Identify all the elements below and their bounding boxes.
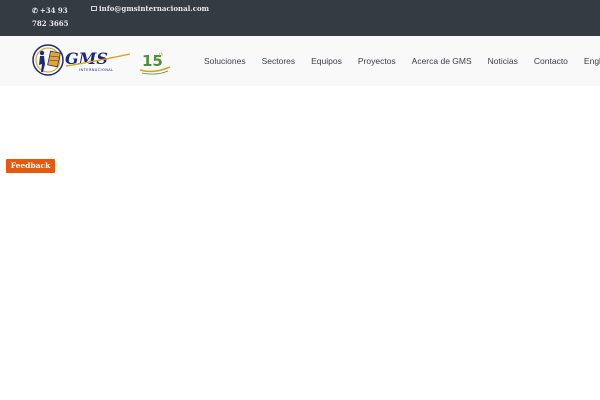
main-nav: Soluciones Sectores Equipos Proyectos Ac…	[204, 36, 600, 86]
nav-item-contacto[interactable]: Contacto	[534, 56, 568, 66]
nav-item-equipos[interactable]: Equipos	[311, 56, 342, 66]
nav-item-proyectos[interactable]: Proyectos	[358, 56, 396, 66]
phone-contact[interactable]: ✆ +34 93 782 3665	[32, 4, 84, 30]
email-contact[interactable]: info@gmsinternacional.com	[91, 4, 209, 14]
nav-item-acerca-de-gms[interactable]: Acerca de GMS	[412, 56, 472, 66]
email-address[interactable]: info@gmsinternacional.com	[99, 4, 209, 13]
gms-logo-graphic: GMS INTERNACIONAL 15 th	[32, 44, 171, 76]
envelope-icon	[91, 6, 97, 11]
svg-text:INTERNACIONAL: INTERNACIONAL	[79, 68, 114, 72]
top-contact-bar: ✆ +34 93 782 3665 info@gmsinternacional.c…	[0, 0, 600, 36]
site-header: GMS INTERNACIONAL 15 th Soluciones Secto…	[0, 36, 600, 86]
feedback-button[interactable]: Feedback	[6, 159, 55, 173]
phone-icon: ✆	[32, 6, 38, 15]
nav-item-sectores[interactable]: Sectores	[262, 56, 296, 66]
svg-text:th: th	[159, 52, 164, 57]
nav-item-noticias[interactable]: Noticias	[488, 56, 518, 66]
gms-logo[interactable]: GMS INTERNACIONAL 15 th	[32, 44, 172, 78]
nav-item-english[interactable]: English	[584, 56, 600, 66]
nav-item-soluciones[interactable]: Soluciones	[204, 56, 246, 66]
